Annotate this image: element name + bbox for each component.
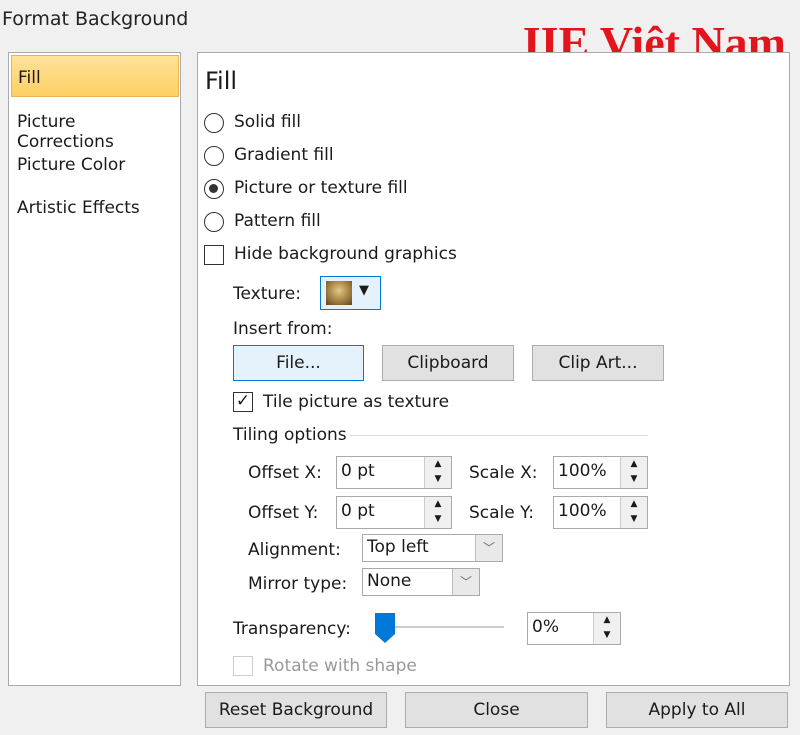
mirror-type-label: Mirror type:: [248, 574, 348, 594]
transparency-value: 0%: [532, 617, 559, 637]
hide-background-checkbox[interactable]: [204, 245, 224, 265]
sidebar: Fill Picture Corrections Picture Color A…: [8, 52, 181, 686]
pattern-fill-label[interactable]: Pattern fill: [234, 211, 321, 231]
picture-fill-label[interactable]: Picture or texture fill: [234, 178, 408, 198]
tile-label[interactable]: Tile picture as texture: [263, 392, 449, 412]
apply-to-all-button[interactable]: Apply to All: [606, 692, 788, 728]
window-title: Format Background: [2, 8, 189, 30]
sidebar-item-picture-color[interactable]: Picture Color: [11, 143, 179, 185]
transparency-label: Transparency:: [233, 619, 351, 639]
panel-heading: Fill: [205, 67, 238, 95]
tiling-options-label: Tiling options: [233, 425, 347, 445]
rotate-with-shape-label: Rotate with shape: [263, 656, 417, 676]
divider: [350, 435, 648, 436]
scale-y-input[interactable]: 100% ▲ ▼: [553, 496, 648, 529]
chevron-down-icon: ﹀: [452, 569, 479, 595]
reset-background-button[interactable]: Reset Background: [205, 692, 387, 728]
alignment-select[interactable]: Top left ﹀: [362, 534, 503, 562]
sidebar-item-artistic-effects[interactable]: Artistic Effects: [11, 186, 179, 228]
transparency-input[interactable]: 0% ▲ ▼: [527, 612, 621, 645]
scale-x-label: Scale X:: [469, 463, 538, 483]
hide-background-label[interactable]: Hide background graphics: [234, 244, 457, 264]
transparency-slider-thumb[interactable]: [375, 613, 395, 643]
close-button[interactable]: Close: [405, 692, 588, 728]
clipboard-button[interactable]: Clipboard: [382, 345, 514, 381]
file-button[interactable]: File...: [233, 345, 364, 381]
offset-y-spinner[interactable]: ▲ ▼: [424, 497, 451, 528]
scale-x-input[interactable]: 100% ▲ ▼: [553, 456, 648, 489]
offset-y-label: Offset Y:: [248, 503, 319, 523]
solid-fill-radio[interactable]: [204, 113, 224, 133]
scale-y-value: 100%: [558, 501, 607, 521]
pattern-fill-radio[interactable]: [204, 212, 224, 232]
mirror-type-select[interactable]: None ﹀: [362, 568, 480, 596]
tile-checkbox[interactable]: ✓: [233, 392, 253, 412]
offset-y-input[interactable]: 0 pt ▲ ▼: [336, 496, 452, 529]
sidebar-item-fill[interactable]: Fill: [11, 55, 179, 97]
picture-fill-radio[interactable]: [204, 179, 224, 199]
scale-y-label: Scale Y:: [469, 503, 534, 523]
gradient-fill-radio[interactable]: [204, 146, 224, 166]
scale-x-value: 100%: [558, 461, 607, 481]
texture-label: Texture:: [233, 284, 301, 304]
scale-x-spinner[interactable]: ▲ ▼: [620, 457, 647, 488]
solid-fill-label[interactable]: Solid fill: [234, 112, 301, 132]
gradient-fill-label[interactable]: Gradient fill: [234, 145, 334, 165]
alignment-label: Alignment:: [248, 540, 341, 560]
scale-y-spinner[interactable]: ▲ ▼: [620, 497, 647, 528]
clip-art-button[interactable]: Clip Art...: [532, 345, 664, 381]
alignment-value: Top left: [367, 537, 429, 557]
insert-from-label: Insert from:: [233, 319, 333, 339]
fill-panel: Fill Solid fill Gradient fill Picture or…: [197, 52, 790, 686]
chevron-down-icon: ﹀: [475, 535, 502, 561]
texture-dropdown[interactable]: ▼: [320, 276, 381, 310]
rotate-with-shape-checkbox[interactable]: [233, 656, 253, 676]
texture-thumbnail: [326, 281, 352, 305]
offset-y-value: 0 pt: [341, 501, 375, 521]
offset-x-value: 0 pt: [341, 461, 375, 481]
offset-x-spinner[interactable]: ▲ ▼: [424, 457, 451, 488]
offset-x-input[interactable]: 0 pt ▲ ▼: [336, 456, 452, 489]
transparency-slider-track[interactable]: [378, 626, 504, 628]
mirror-type-value: None: [367, 571, 412, 591]
caret-down-icon: ▼: [359, 283, 369, 298]
transparency-spinner[interactable]: ▲ ▼: [593, 613, 620, 644]
sidebar-item-picture-corrections[interactable]: Picture Corrections: [11, 100, 179, 152]
offset-x-label: Offset X:: [248, 463, 322, 483]
